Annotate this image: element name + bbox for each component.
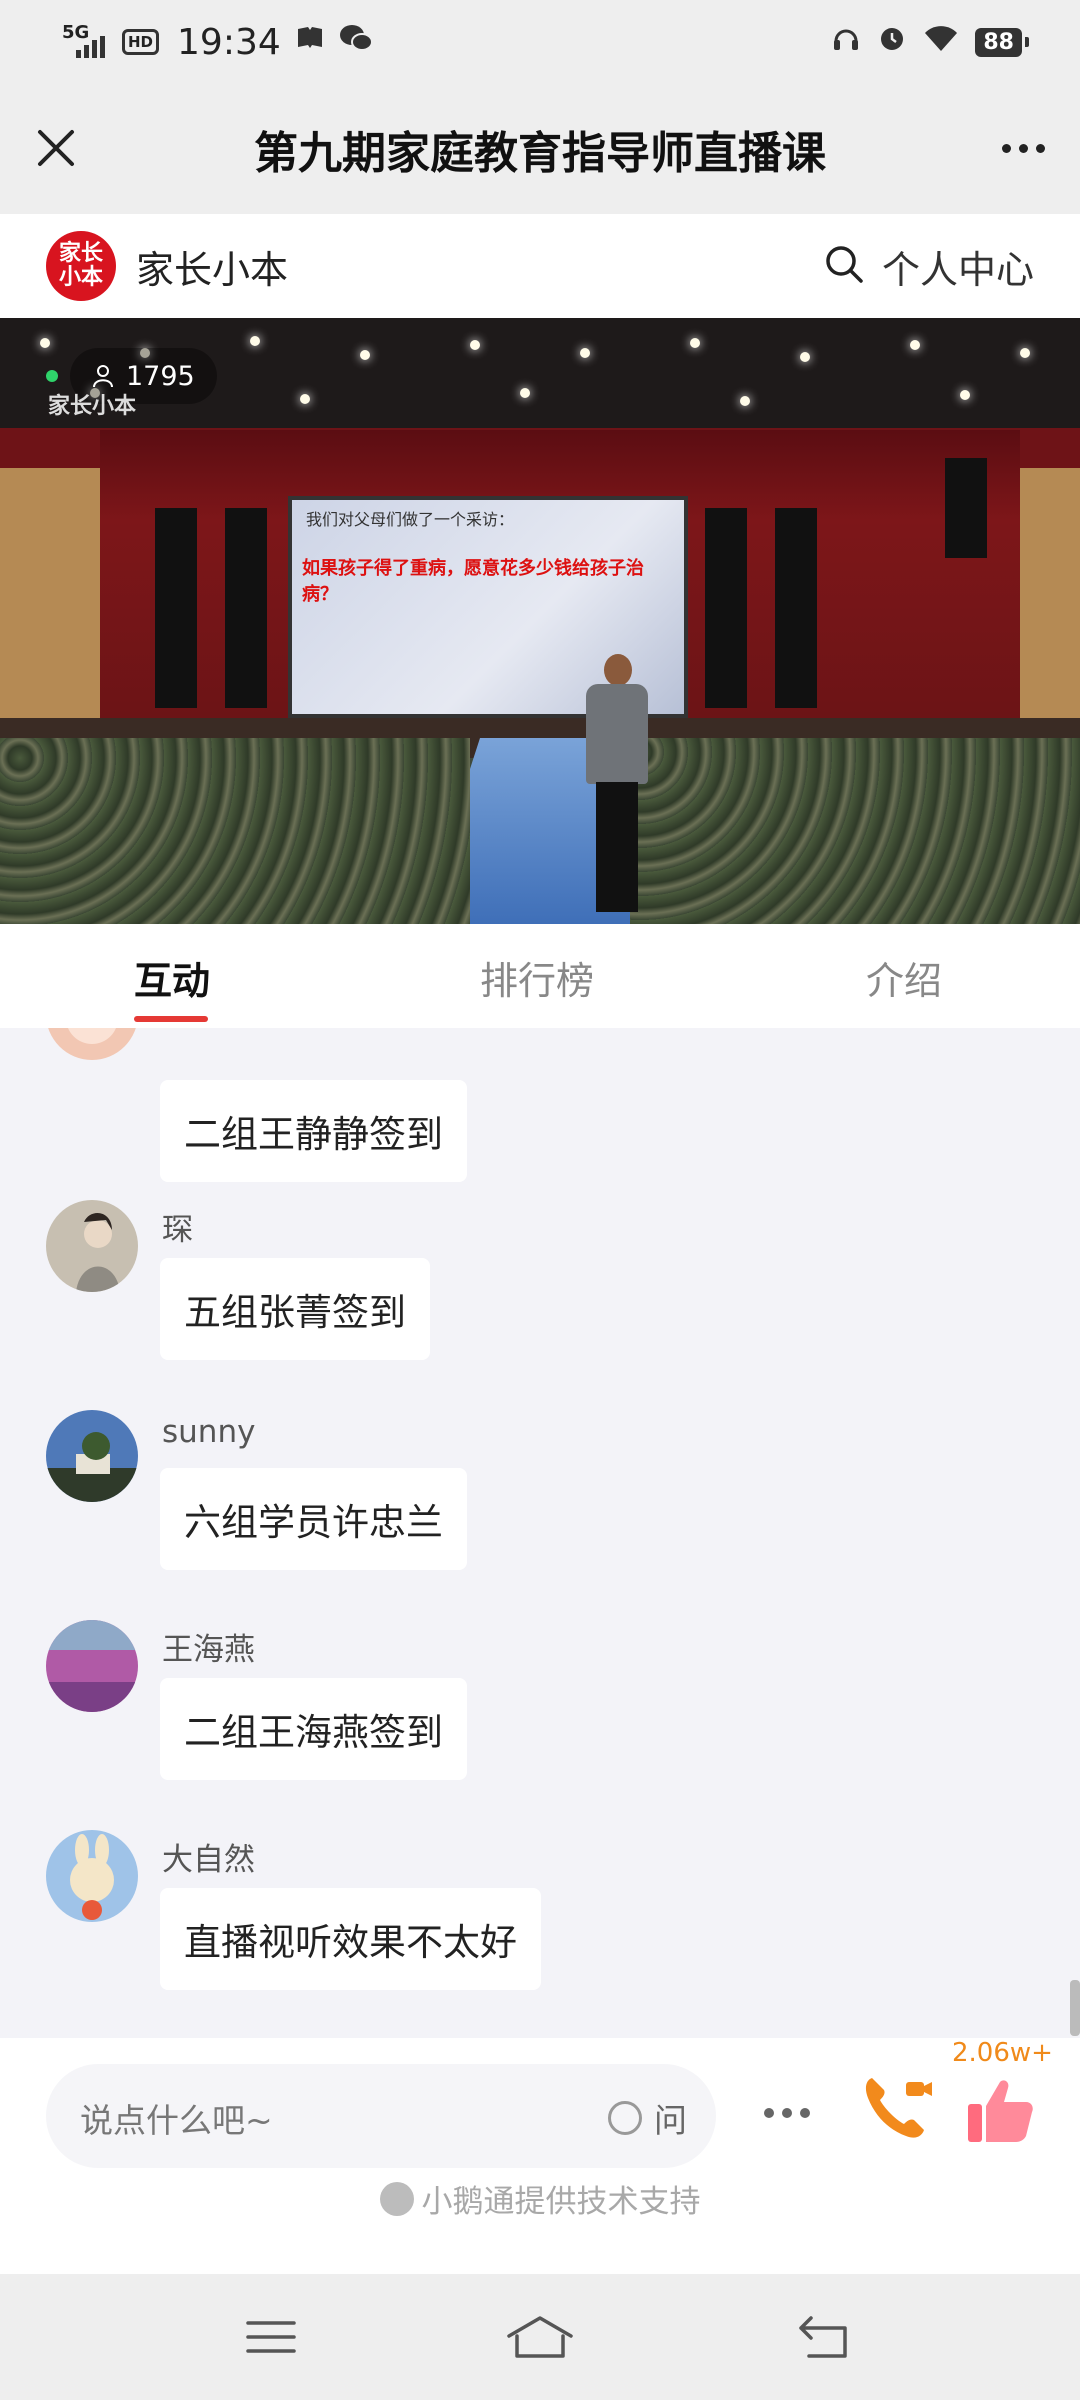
system-nav-bar [0,2274,1080,2400]
input-bar: 说点什么吧~ 问 [0,2038,1080,2274]
comment-input[interactable]: 说点什么吧~ 问 [46,2064,716,2168]
message-author: 琛 [162,1212,193,1248]
status-time: 19:34 [177,21,281,63]
message-author: 王海燕 [162,1632,255,1668]
tab-ranking[interactable]: 排行榜 [480,950,594,1005]
message-bubble: 二组王静静签到 [160,1080,467,1182]
shop-header: 家长小本 家长小本 个人中心 [0,214,1080,318]
page: 5G HD 19:34 88 第九期家庭教育指导师直播课 家长小本 家长小本 个… [0,0,1080,2400]
shop-logo[interactable]: 家长小本 [46,231,116,301]
tab-bar: 互动 排行榜 介绍 [0,924,1080,1028]
wifi-icon [923,22,959,62]
chat-list[interactable]: 二组王静静签到 琛 五组张菁签到 sunny 六组学员许忠兰 王海燕 二组王海燕… [0,1028,1080,2038]
avatar[interactable] [46,1028,138,1060]
tech-support-footer: 小鹅通提供技术支持 [0,2176,1080,2221]
personal-center-link[interactable]: 个人中心 [882,239,1034,294]
tab-interaction[interactable]: 互动 [134,950,210,1005]
search-icon[interactable] [824,244,864,288]
book-icon [295,23,325,61]
message-bubble: 直播视听效果不太好 [160,1888,541,1990]
avatar[interactable] [46,1620,138,1712]
home-icon [507,2316,573,2358]
message-bubble: 六组学员许忠兰 [160,1468,467,1570]
video-watermark: 家长小本 [48,394,137,419]
phone-icon [865,2078,932,2138]
shop-name[interactable]: 家长小本 [136,239,288,294]
speaker-person [580,654,654,924]
avatar[interactable] [46,1830,138,1922]
more-options-button[interactable] [992,120,1054,176]
message-author: 大自然 [162,1842,255,1878]
title-bar: 第九期家庭教育指导师直播课 [0,84,1080,214]
ask-question-toggle[interactable]: 问 [608,2094,687,2142]
chat-scrollbar[interactable] [1070,1980,1080,2036]
tab-introduction[interactable]: 介绍 [866,950,942,1005]
alarm-icon [877,22,907,62]
headphones-icon [831,22,861,62]
cellular-signal-icon: 5G [62,22,108,62]
message-bubble: 五组张菁签到 [160,1258,430,1360]
message-author: sunny [162,1414,256,1450]
message-bubble: 二组王海燕签到 [160,1678,467,1780]
status-bar: 5G HD 19:34 88 [0,0,1080,84]
xiaoe-logo-icon [379,2181,414,2216]
home-button[interactable] [505,2302,575,2372]
wechat-icon [339,22,373,62]
like-count: 2.06w+ [952,2038,1053,2068]
page-title: 第九期家庭教育指导师直播课 [254,128,826,179]
live-video-player[interactable]: 我们对父母们做了一个采访： 如果孩子得了重病，愿意花多少钱给孩子治病？ 1795… [0,318,1080,924]
live-dot [46,370,58,382]
hd-badge: HD [122,29,160,55]
menu-button[interactable] [236,2302,306,2372]
user-icon [93,365,113,388]
avatar[interactable] [46,1410,138,1502]
close-icon [38,130,74,166]
back-icon [799,2316,847,2358]
menu-icon [246,2321,296,2353]
thumbs-up-icon [968,2080,1033,2142]
close-button[interactable] [28,120,84,176]
like-button[interactable] [962,2072,1038,2148]
back-button[interactable] [790,2302,860,2372]
avatar[interactable] [46,1200,138,1292]
radio-icon [608,2101,642,2135]
active-tab-indicator [134,1016,208,1022]
call-button[interactable] [858,2068,934,2144]
battery-indicator: 88 [975,27,1029,57]
more-actions-button[interactable] [764,2108,810,2118]
